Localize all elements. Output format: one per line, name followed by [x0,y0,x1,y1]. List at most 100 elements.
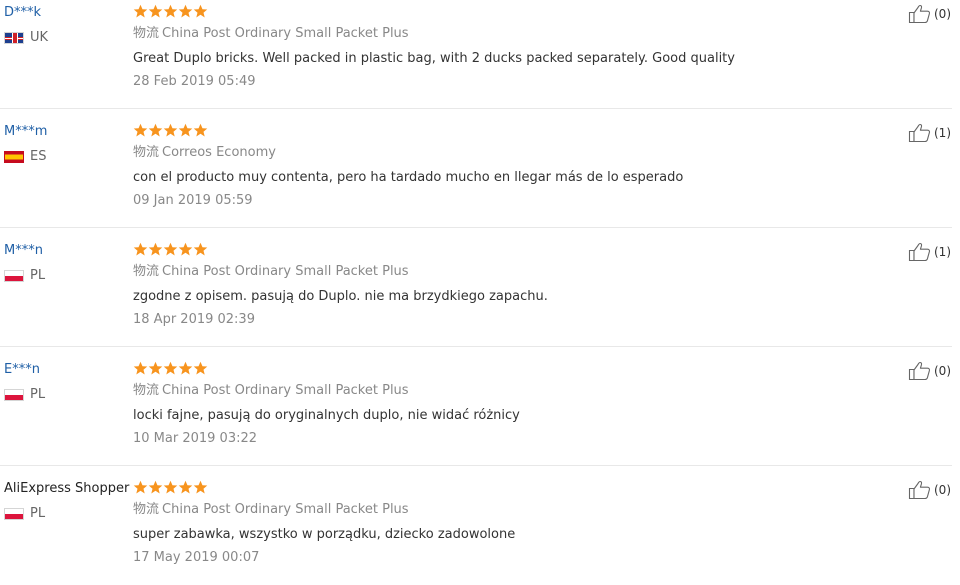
star-icon [148,4,163,19]
buyer-name[interactable]: M***n [4,242,132,260]
buyer-country: PL [4,388,132,402]
star-icon [193,361,208,376]
country-code: PL [30,506,46,521]
star-icon [148,123,163,138]
star-icon [133,4,148,19]
buyer-country: ES [4,150,132,164]
star-icon [163,242,178,257]
thumbs-up-icon[interactable] [908,361,932,381]
buyer-country: UK [4,31,132,45]
helpful-count: (1) [934,126,951,140]
review-date: 28 Feb 2019 05:49 [133,74,256,89]
thumbs-up-icon[interactable] [908,480,932,500]
helpful-button[interactable]: (1) [908,123,951,143]
review-date: 17 May 2019 00:07 [133,550,260,565]
star-icon [178,480,193,495]
helpful-count: (1) [934,245,951,259]
pl-flag-icon [4,270,24,282]
review-content: 物流 China Post Ordinary Small Packet Plus … [133,240,893,329]
review-date: 10 Mar 2019 03:22 [133,431,258,446]
star-icon [193,123,208,138]
logistics-method: China Post Ordinary Small Packet Plus [162,26,409,41]
buyer-name[interactable]: M***m [4,123,132,141]
star-icon [148,480,163,495]
pl-flag-icon [4,508,24,520]
star-icon [163,4,178,19]
helpful-button[interactable]: (1) [908,242,951,262]
star-icon [163,480,178,495]
review-item: AliExpress Shopper PL 物流 China Post Ordin… [0,466,952,585]
country-code: PL [30,387,46,402]
buyer-info: D***k UK [4,4,132,45]
logistics-method: China Post Ordinary Small Packet Plus [162,502,409,517]
review-text: con el producto muy contenta, pero ha ta… [133,170,684,185]
buyer-country: PL [4,269,132,283]
logistics-info: 物流 China Post Ordinary Small Packet Plus [133,263,893,281]
helpful-button[interactable]: (0) [908,480,951,500]
review-item: E***n PL 物流 China Post Ordinary Small Pac… [0,347,952,466]
buyer-info: M***n PL [4,242,132,283]
star-icon [178,361,193,376]
star-icon [178,123,193,138]
star-icon [133,480,148,495]
helpful-button[interactable]: (0) [908,4,951,24]
country-code: PL [30,268,46,283]
review-item: M***m ES 物流 Correos Economy con el produc… [0,109,952,228]
star-rating [133,478,893,496]
review-item: D***k UK 物流 China Post Ordinary Small Pac… [0,0,952,109]
buyer-name[interactable]: D***k [4,4,132,22]
star-rating [133,2,893,20]
review-date: 18 Apr 2019 02:39 [133,312,255,327]
star-icon [133,242,148,257]
logistics-info: 物流 China Post Ordinary Small Packet Plus [133,25,893,43]
star-rating [133,240,893,258]
helpful-count: (0) [934,364,951,378]
review-content: 物流 China Post Ordinary Small Packet Plus … [133,2,893,91]
logistics-label: 物流 [133,502,160,517]
logistics-method: Correos Economy [162,145,276,160]
star-icon [178,4,193,19]
helpful-button[interactable]: (0) [908,361,951,381]
logistics-label: 物流 [133,264,160,279]
star-icon [148,242,163,257]
thumbs-up-icon[interactable] [908,123,932,143]
star-icon [193,4,208,19]
star-icon [148,361,163,376]
star-icon [193,480,208,495]
logistics-label: 物流 [133,145,160,160]
thumbs-up-icon[interactable] [908,242,932,262]
star-icon [163,123,178,138]
star-icon [193,242,208,257]
review-content: 物流 China Post Ordinary Small Packet Plus … [133,359,893,448]
buyer-info: AliExpress Shopper PL [4,480,132,521]
review-text: Great Duplo bricks. Well packed in plast… [133,51,735,66]
pl-flag-icon [4,389,24,401]
logistics-label: 物流 [133,383,160,398]
feedback-list: D***k UK 物流 China Post Ordinary Small Pac… [0,0,960,572]
logistics-label: 物流 [133,26,160,41]
star-icon [163,361,178,376]
review-date: 09 Jan 2019 05:59 [133,193,253,208]
logistics-info: 物流 China Post Ordinary Small Packet Plus [133,501,893,519]
helpful-count: (0) [934,7,951,21]
review-text: zgodne z opisem. pasują do Duplo. nie ma… [133,289,548,304]
star-rating [133,121,893,139]
buyer-country: PL [4,507,132,521]
review-content: 物流 Correos Economy con el producto muy co… [133,121,893,210]
review-text: locki fajne, pasują do oryginalnych dupl… [133,408,520,423]
buyer-info: M***m ES [4,123,132,164]
buyer-name: AliExpress Shopper [4,481,130,496]
country-code: UK [30,30,49,45]
star-icon [178,242,193,257]
thumbs-up-icon[interactable] [908,4,932,24]
buyer-name[interactable]: E***n [4,361,132,379]
review-content: 物流 China Post Ordinary Small Packet Plus … [133,478,893,567]
helpful-count: (0) [934,483,951,497]
star-icon [133,361,148,376]
star-rating [133,359,893,377]
buyer-info: E***n PL [4,361,132,402]
country-code: ES [30,149,47,164]
uk-flag-icon [4,32,24,44]
logistics-info: 物流 Correos Economy [133,144,893,162]
logistics-method: China Post Ordinary Small Packet Plus [162,383,409,398]
